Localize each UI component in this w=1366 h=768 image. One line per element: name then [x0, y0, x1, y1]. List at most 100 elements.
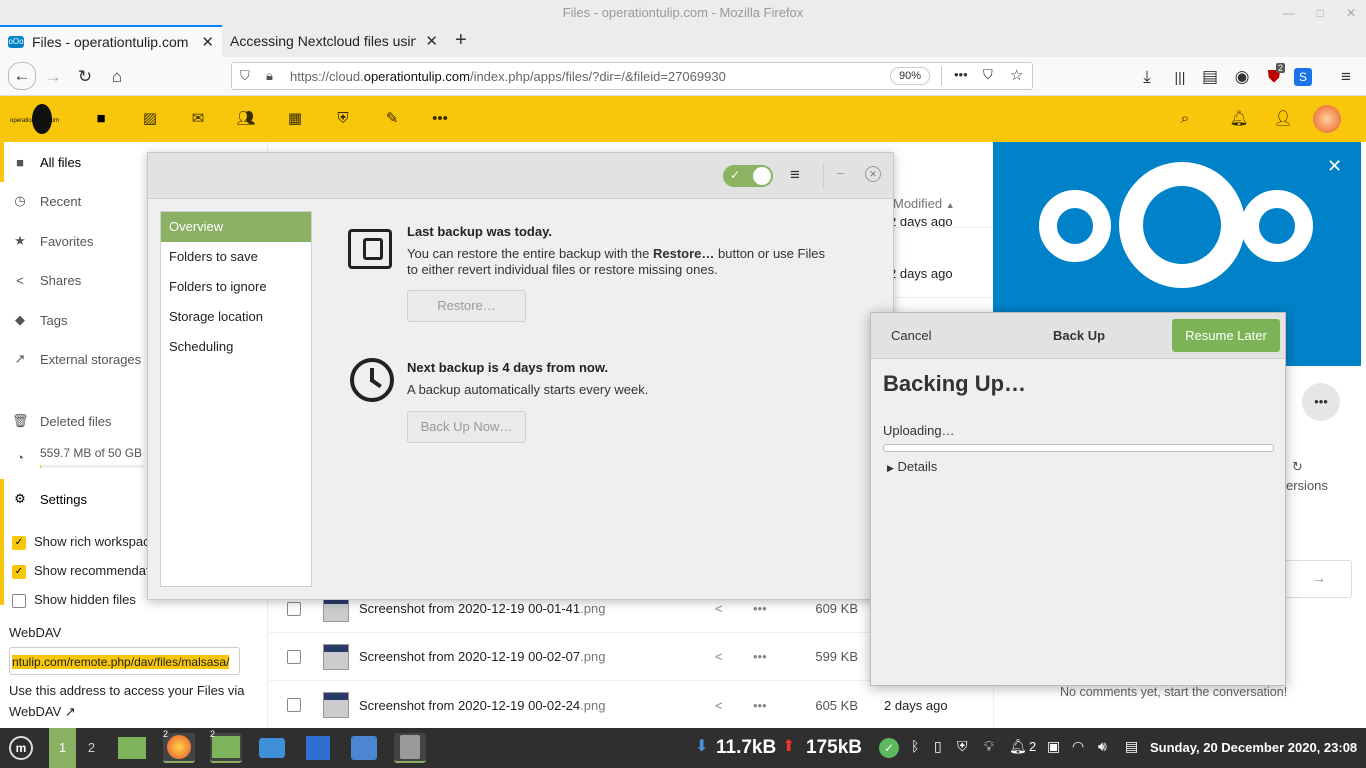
new-tab-icon[interactable]: + [455, 29, 467, 52]
library-icon[interactable]: ||| [1168, 65, 1192, 89]
clock[interactable]: Sunday, 20 December 2020, 23:08 [1150, 740, 1357, 755]
more-actions-icon[interactable]: ••• [1302, 383, 1340, 421]
backup-tray-icon[interactable]: ▣ [1047, 738, 1060, 755]
checkbox-icon[interactable] [12, 593, 26, 608]
nav-folders-to-ignore[interactable]: Folders to ignore [161, 272, 311, 302]
bookmark-star-icon[interactable]: ☆ [1010, 66, 1023, 84]
mail-app-icon[interactable]: ✉ [186, 106, 210, 130]
more-icon[interactable]: ••• [753, 649, 813, 664]
workspace-1[interactable]: 1 [49, 728, 76, 768]
webdav-doc-link[interactable]: WebDAV ↗ [9, 704, 76, 719]
account-icon[interactable]: ◉ [1230, 65, 1254, 89]
share-icon[interactable]: < [715, 601, 753, 616]
row-checkbox[interactable] [287, 601, 301, 616]
checkbox-icon[interactable]: ✓ [12, 564, 26, 579]
option-show-recommendations[interactable]: ✓Show recommendations [12, 563, 148, 579]
shield-icon[interactable]: ⛉ [240, 68, 250, 84]
workspace-2[interactable]: 2 [78, 728, 105, 768]
more-icon[interactable]: ••• [753, 698, 813, 713]
cancel-button[interactable]: Cancel [891, 328, 931, 343]
nav-folders-to-save[interactable]: Folders to save [161, 242, 311, 272]
backups-icon[interactable] [394, 733, 426, 763]
notes-app-icon[interactable]: ✎ [380, 106, 404, 130]
home-icon[interactable]: ⌂ [105, 65, 129, 89]
close-panel-icon[interactable]: ✕ [1327, 156, 1342, 177]
redshift-icon[interactable]: 💡︎ [984, 738, 994, 755]
reload-icon[interactable]: ↻ [73, 65, 97, 89]
close-tab-icon[interactable]: ✕ [425, 32, 438, 50]
skype-icon[interactable]: S [1294, 68, 1312, 86]
resume-later-button[interactable]: Resume Later [1172, 319, 1280, 352]
option-show-hidden-files[interactable]: Show hidden files [12, 592, 136, 608]
menu-icon[interactable]: ≡ [1334, 65, 1358, 89]
show-desktop-icon[interactable] [116, 733, 148, 763]
url-text[interactable]: https://cloud.operationtulip.com/index.p… [290, 69, 726, 84]
downloads-icon[interactable]: ⤓ [1135, 65, 1159, 89]
notifications-icon[interactable]: 🔔︎ [1227, 106, 1251, 130]
security-shield-icon[interactable]: ⛨ [957, 738, 968, 755]
battery-icon[interactable]: ▤ [1125, 738, 1138, 755]
more-apps-icon[interactable]: ••• [428, 106, 452, 130]
notifications-tray-icon[interactable]: 🔔︎ [1009, 738, 1027, 755]
checkbox-icon[interactable]: ✓ [12, 535, 26, 550]
lock-icon[interactable]: 🔒︎ [266, 68, 273, 84]
page-actions-icon[interactable]: ••• [954, 67, 968, 82]
close-window-icon[interactable]: ✕ [1346, 6, 1356, 20]
table-row[interactable]: Screenshot from 2020-12-19 00-02-24.png … [269, 681, 992, 729]
bluetooth-icon[interactable]: ᛒ [911, 738, 919, 754]
share-icon[interactable]: < [715, 698, 753, 713]
nav-scheduling[interactable]: Scheduling [161, 332, 311, 362]
share-icon[interactable]: < [715, 649, 753, 664]
avatar[interactable] [1313, 105, 1341, 133]
hamburger-menu-icon[interactable]: ≡ [790, 165, 800, 185]
webdav-url-field[interactable]: ntulip.com/remote.php/dav/files/malsasa/ [9, 647, 240, 675]
nav-storage-location[interactable]: Storage location [161, 302, 311, 332]
tab-accessing-nextcloud[interactable]: Accessing Nextcloud files using ✕ [222, 25, 446, 57]
nav-overview[interactable]: Overview [161, 212, 311, 242]
url-bar[interactable]: ⛉ 🔒︎ https://cloud.operationtulip.com/in… [231, 62, 1033, 90]
more-icon[interactable]: ••• [753, 601, 813, 616]
send-comment-icon[interactable]: → [1286, 560, 1352, 598]
volume-icon[interactable]: 🔊︎ [1098, 738, 1107, 755]
passwords-app-icon[interactable]: ⛨ [331, 106, 355, 130]
zoom-level[interactable]: 90% [890, 67, 931, 85]
auto-backup-toggle[interactable]: ✓ [723, 165, 773, 187]
tab-label: Files - operationtulip.com [32, 34, 189, 50]
option-show-rich-workspaces[interactable]: ✓Show rich workspaces [12, 534, 148, 550]
pocket-icon[interactable]: ⛉ [983, 67, 993, 83]
forward-icon[interactable]: → [41, 65, 65, 89]
screenshot-icon[interactable] [256, 733, 288, 763]
operationtulip-logo[interactable]: operationtulip.com [10, 104, 68, 136]
progress-status: Uploading… [883, 423, 955, 438]
photos-app-icon[interactable]: ▨ [138, 106, 162, 130]
sidebar-icon[interactable]: ▤ [1198, 65, 1222, 89]
row-checkbox[interactable] [287, 698, 301, 712]
minimize-icon[interactable]: – [837, 165, 844, 180]
search-icon[interactable]: ⌕ [1173, 106, 1197, 130]
back-up-now-button[interactable]: Back Up Now… [407, 411, 526, 443]
close-tab-icon[interactable]: ✕ [201, 33, 214, 51]
update-ok-icon[interactable]: ✓ [879, 738, 899, 758]
text-editor-icon[interactable] [302, 733, 334, 763]
contacts-app-icon[interactable]: 👥︎ [234, 106, 258, 130]
contacts-menu-icon[interactable]: 👤︎ [1271, 106, 1295, 130]
mint-menu-icon[interactable]: m [5, 733, 37, 763]
versions-icon[interactable]: ↻ [1292, 459, 1303, 475]
column-modified[interactable]: Modified ▲ [893, 196, 955, 211]
maximize-icon[interactable]: □ [1317, 6, 1324, 20]
mail-client-icon[interactable] [348, 733, 380, 763]
calendar-app-icon[interactable]: ▦ [283, 106, 307, 130]
minimize-icon[interactable]: — [1283, 6, 1295, 20]
tab-versions[interactable]: ersions [1286, 478, 1328, 493]
details-expander[interactable]: ▶ Details [887, 459, 937, 474]
restore-button[interactable]: Restore… [407, 290, 526, 322]
wifi-icon[interactable]: ◠ [1072, 738, 1084, 755]
clipboard-icon[interactable]: ▯ [934, 738, 942, 755]
back-icon[interactable]: ← [8, 62, 36, 90]
quota-bar [40, 465, 144, 468]
files-app-icon[interactable]: ■ [89, 106, 113, 130]
row-checkbox[interactable] [287, 649, 301, 664]
close-icon[interactable]: ✕ [865, 166, 881, 182]
share-icon: < [16, 272, 24, 288]
tab-files[interactable]: oOo Files - operationtulip.com ✕ [0, 25, 222, 57]
